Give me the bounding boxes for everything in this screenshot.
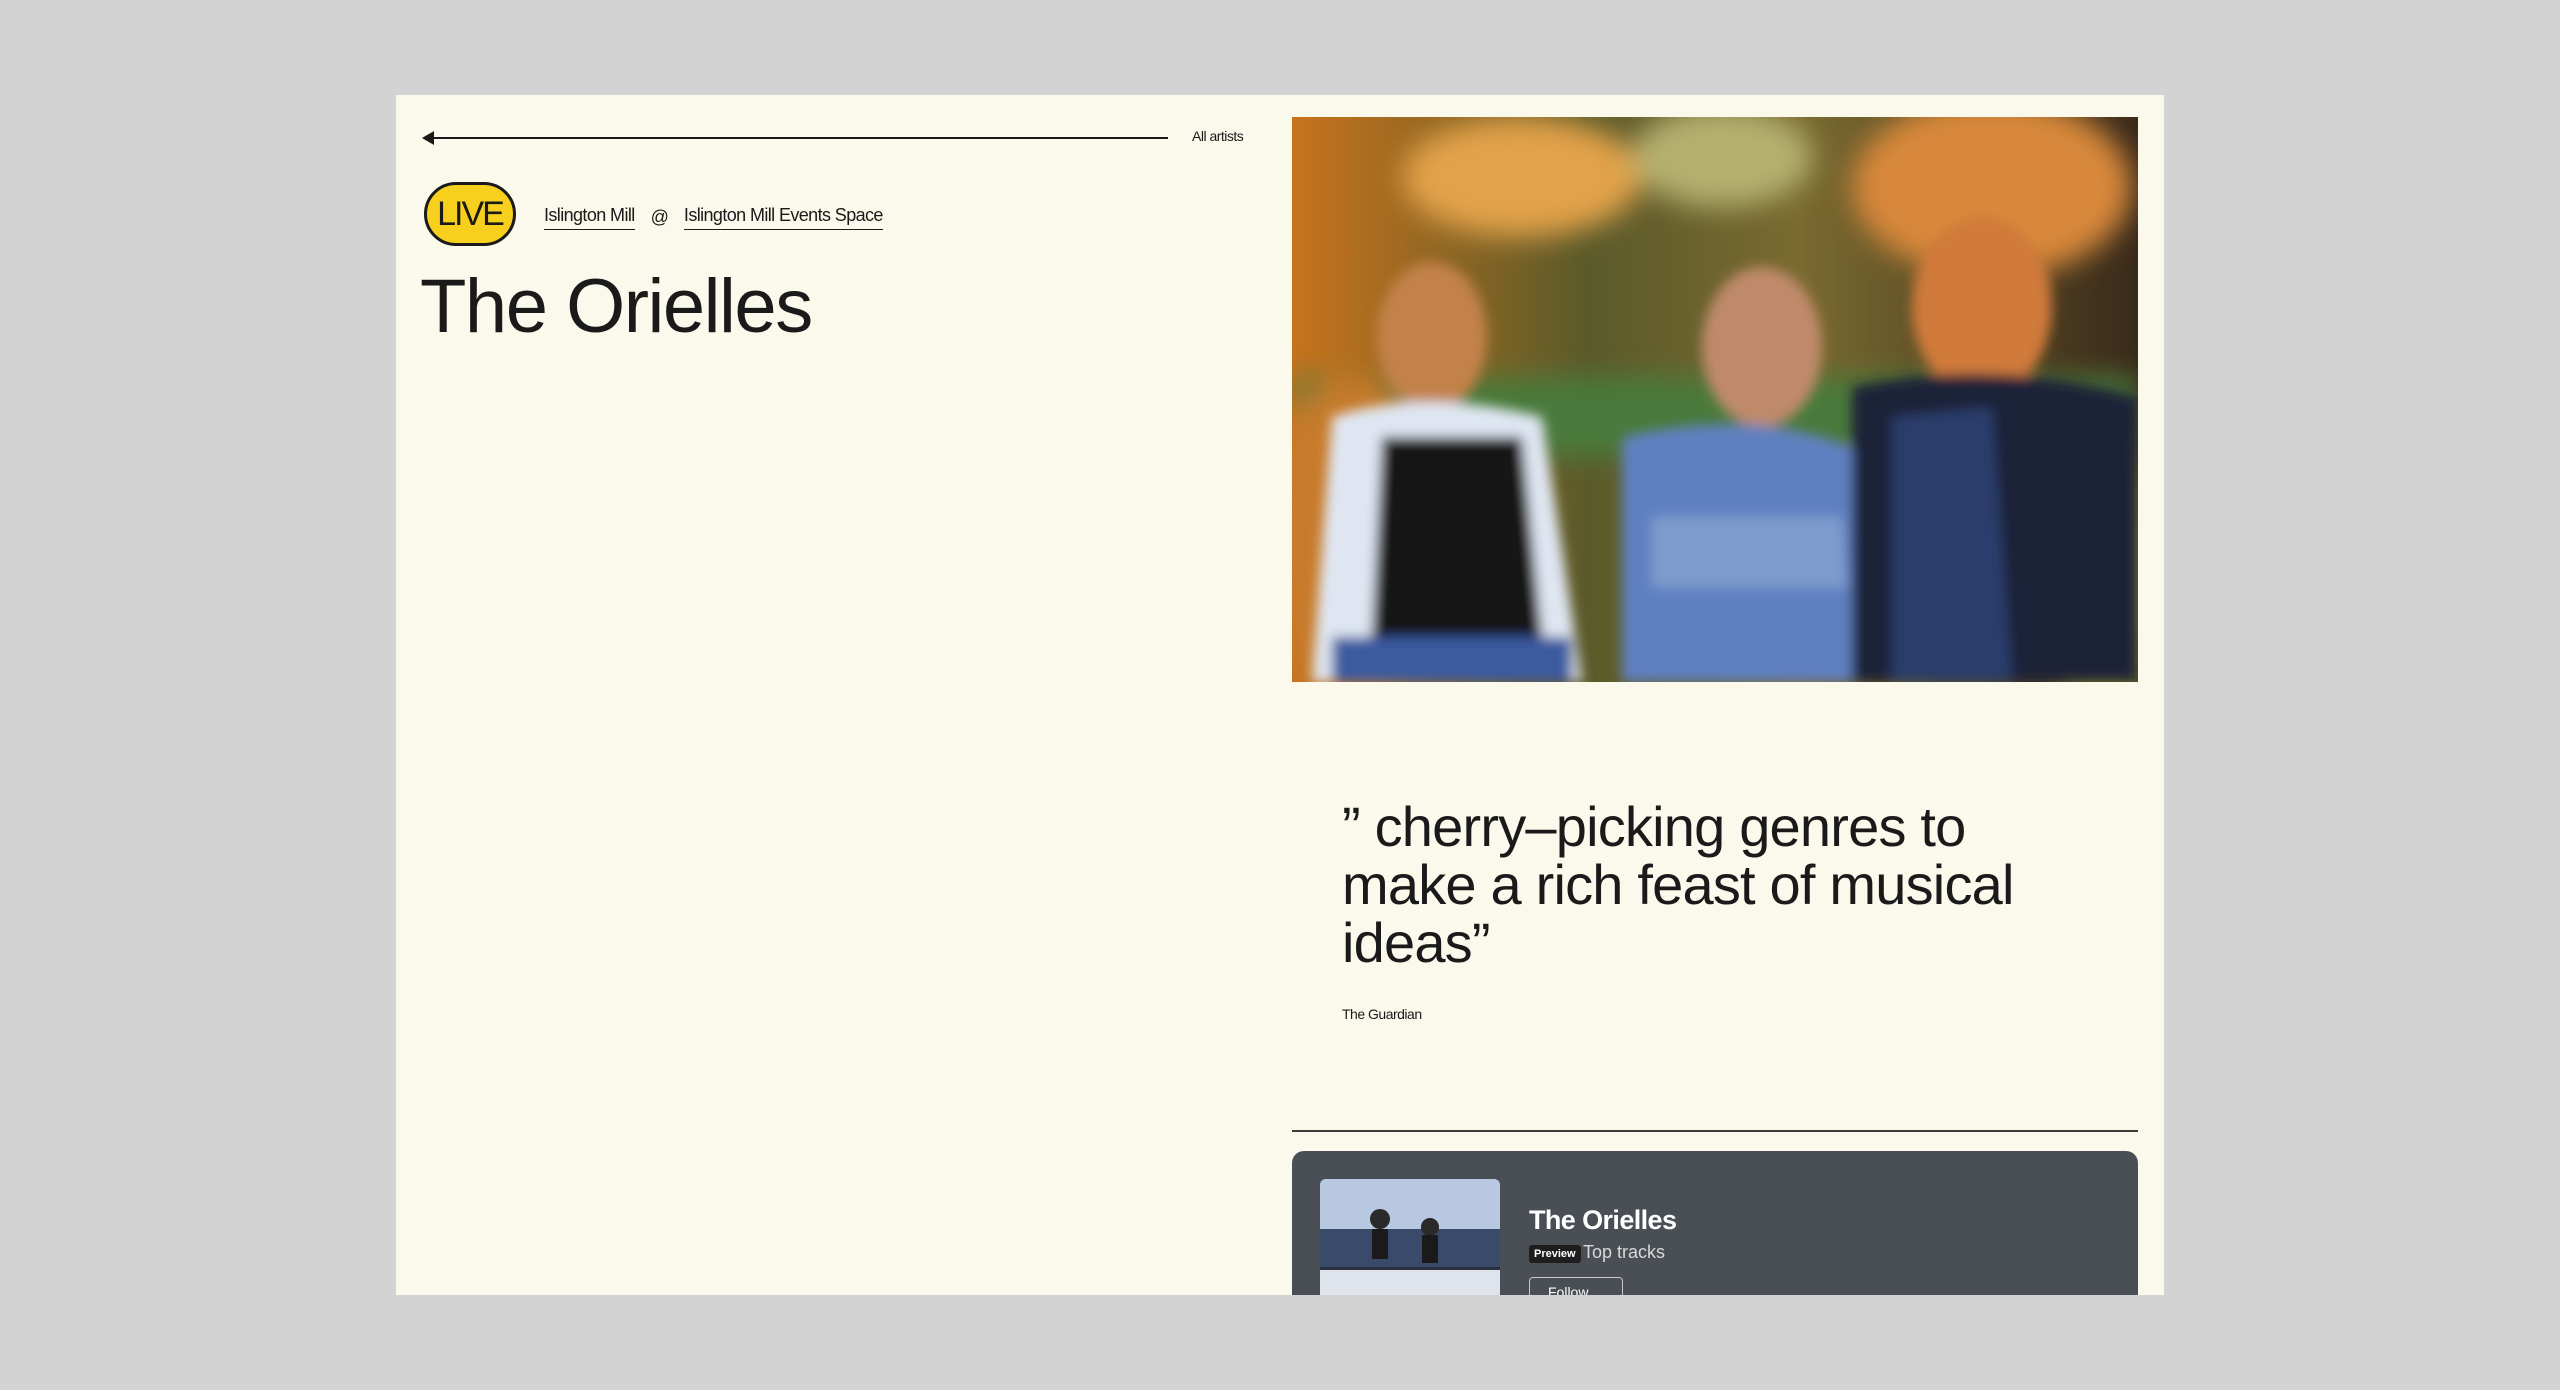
artist-page: All artists LIVE Islington Mill @ Isling…: [396, 95, 2164, 1295]
quote-source: The Guardian: [1342, 1006, 1422, 1022]
at-symbol: @: [650, 206, 669, 227]
all-artists-label: All artists: [1192, 128, 1244, 144]
preview-badge: Preview: [1529, 1245, 1581, 1263]
venue-space-link[interactable]: Islington Mill Events Space: [683, 205, 883, 230]
back-to-all-artists-link[interactable]: All artists: [422, 123, 1244, 151]
artist-title: The Orielles: [420, 264, 813, 349]
spotify-artist-name[interactable]: The Orielles: [1529, 1205, 1677, 1236]
artist-photo: [1292, 117, 2138, 682]
back-arrow-line: [432, 137, 1168, 139]
live-badge: LIVE: [424, 182, 516, 246]
spotify-embed[interactable]: The Orielles Preview Top tracks Follow: [1292, 1151, 2138, 1295]
venue-link[interactable]: Islington Mill: [544, 205, 635, 230]
spotify-subtitle: Top tracks: [1583, 1242, 1666, 1262]
follow-button[interactable]: Follow: [1529, 1277, 1623, 1295]
press-quote: ” cherry–picking genres to make a rich f…: [1342, 795, 2014, 974]
section-divider: [1292, 1130, 2138, 1132]
event-meta: LIVE Islington Mill @ Islington Mill Eve…: [424, 181, 883, 247]
spotify-artist-thumbnail: [1320, 1179, 1500, 1295]
